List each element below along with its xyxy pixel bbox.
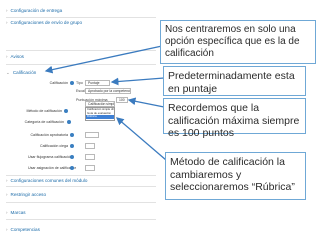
callout-predeterminado: Predeterminadamente esta en puntaje bbox=[163, 66, 306, 96]
arrow-to-metodo bbox=[116, 117, 167, 161]
arrow-to-puntuacion bbox=[127, 97, 165, 108]
arrow-to-calificacion bbox=[44, 45, 163, 74]
callout-metodo: Método de calificación la cambiaremos y … bbox=[165, 152, 306, 200]
callout-calificacion: Nos centraremos en solo una opción espec… bbox=[160, 20, 316, 64]
callout-maxima: Recordemos que la calificación máxima si… bbox=[163, 98, 306, 139]
arrow-to-tipo bbox=[110, 77, 165, 86]
